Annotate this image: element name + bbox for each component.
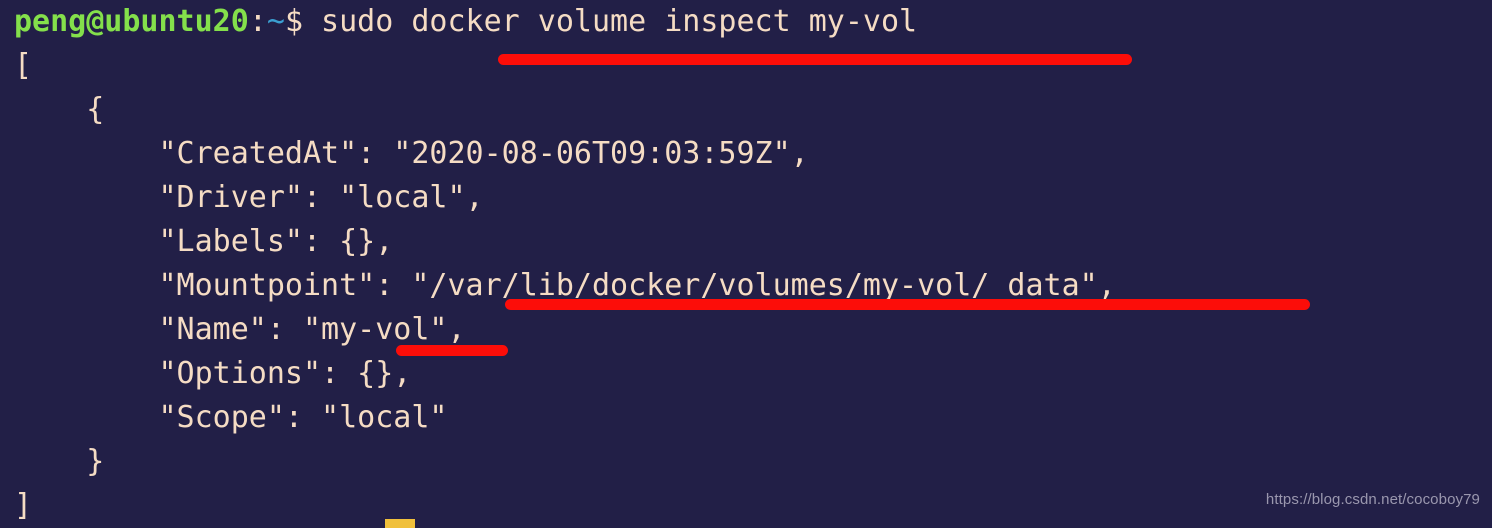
prompt-user-host: peng@ubuntu20: [14, 4, 249, 39]
output-line: }: [14, 444, 105, 479]
cursor-block: [385, 519, 415, 528]
output-line: {: [14, 92, 105, 127]
command-text[interactable]: sudo docker volume inspect my-vol: [303, 4, 917, 39]
terminal-prompt-line: peng@ubuntu20:~$ sudo docker volume insp…: [14, 0, 1484, 44]
output-line-mountpoint: "Mountpoint": "/var/lib/docker/volumes/m…: [14, 268, 1116, 303]
output-line-labels: "Labels": {},: [14, 224, 394, 259]
prompt-sigil: $: [284, 4, 303, 39]
output-line-created-at: "CreatedAt": "2020-08-06T09:03:59Z",: [14, 136, 809, 171]
prompt-colon: :: [248, 4, 267, 39]
terminal-output-area: peng@ubuntu20:~$ sudo docker volume insp…: [14, 0, 1484, 528]
output-line-options: "Options": {},: [14, 356, 412, 391]
output-line-scope: "Scope": "local": [14, 400, 448, 435]
output-line: ]: [14, 488, 33, 523]
output-line-driver: "Driver": "local",: [14, 180, 484, 215]
terminal-window[interactable]: peng@ubuntu20:~$ sudo docker volume insp…: [0, 0, 1492, 528]
output-line: [: [14, 48, 33, 83]
output-line-name: "Name": "my-vol",: [14, 312, 466, 347]
prompt-path: ~: [266, 4, 285, 39]
watermark: https://blog.csdn.net/cocoboy79: [1265, 491, 1480, 508]
